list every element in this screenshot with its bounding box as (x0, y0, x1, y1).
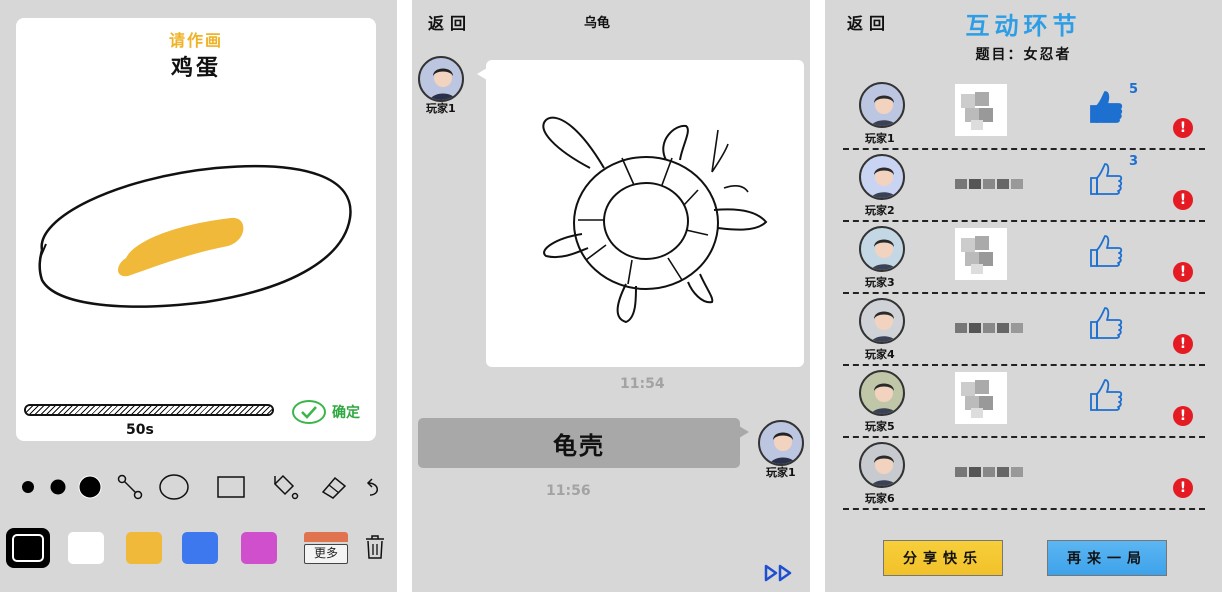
blurred-drawing-thumbnail[interactable] (955, 372, 1007, 424)
avatar[interactable] (859, 370, 905, 416)
thumbs-up-icon[interactable] (1087, 232, 1125, 270)
avatar[interactable] (859, 298, 905, 344)
ellipse-tool-icon[interactable] (158, 470, 190, 504)
report-icon[interactable]: ! (1173, 118, 1193, 138)
timer-fill (26, 406, 272, 414)
thumbs-up-icon[interactable] (1087, 304, 1125, 342)
color-swatch-purple[interactable] (241, 532, 277, 564)
avatar[interactable] (418, 56, 464, 102)
like-count: 5 (1129, 82, 1139, 97)
timer-remaining: 50s (126, 422, 154, 438)
text-message[interactable]: 龟壳 (418, 418, 749, 468)
like-count: 3 (1129, 154, 1139, 169)
turtle-drawing (542, 116, 768, 324)
color-swatch-white[interactable] (68, 532, 104, 564)
color-swatch-blue[interactable] (182, 532, 218, 564)
thumbs-up-icon[interactable] (1087, 160, 1125, 198)
avatar[interactable] (859, 82, 905, 128)
avatar[interactable] (859, 442, 905, 488)
player-name: 玩家6 (865, 492, 895, 505)
undo-icon[interactable] (358, 470, 390, 504)
timer-bar (24, 404, 274, 416)
page-title: 互动环节 (965, 12, 1082, 40)
chat-title: 乌龟 (584, 16, 611, 31)
confirm-button[interactable]: 确定 (292, 400, 360, 424)
player-row: 玩家2 3! (843, 150, 1205, 222)
player-name: 玩家1 (865, 132, 895, 145)
report-icon[interactable]: ! (1173, 478, 1193, 498)
check-icon (292, 400, 326, 424)
player-name: 玩家5 (865, 420, 895, 433)
back-button[interactable]: 返回 (428, 10, 472, 34)
report-icon[interactable]: ! (1173, 406, 1193, 426)
thumbs-up-icon[interactable] (1087, 376, 1125, 414)
results-screen: 返回 互动环节 题目：女忍者 玩家1 5! 玩家2 3! 玩家3! 玩家4! 玩家5! 玩家6… (825, 0, 1222, 592)
thumbs-up-icon[interactable] (1087, 88, 1125, 126)
player-row: 玩家5! (843, 366, 1205, 438)
player-name: 玩家2 (865, 204, 895, 217)
player-row: 玩家1 5! (843, 78, 1205, 150)
drawing-canvas[interactable]: 请作画 鸡蛋 50s 确定 (16, 18, 376, 441)
avatar[interactable] (859, 226, 905, 272)
chat-screen: 返回 乌龟 玩家1 11:54 龟壳 玩家1 11:56 (412, 0, 810, 592)
color-palette: 更多 (4, 528, 394, 572)
blurred-drawing-thumbnail[interactable] (955, 84, 1007, 136)
brush-medium-icon[interactable] (42, 470, 74, 504)
player-name: 玩家1 (766, 466, 796, 479)
trash-icon[interactable] (364, 534, 386, 564)
brush-large-icon[interactable] (74, 470, 106, 504)
report-icon[interactable]: ! (1173, 262, 1193, 282)
message-time: 11:54 (620, 376, 665, 392)
message-time: 11:56 (546, 483, 591, 499)
play-again-button[interactable]: 再来一局 (1047, 540, 1167, 576)
avatar[interactable] (758, 420, 804, 466)
more-colors-button[interactable]: 更多 (304, 532, 348, 566)
blurred-answer-text[interactable] (955, 176, 1027, 190)
player-name: 玩家3 (865, 276, 895, 289)
share-button[interactable]: 分享快乐 (883, 540, 1003, 576)
tool-bar (12, 470, 387, 504)
fill-bucket-icon[interactable] (268, 470, 300, 504)
blurred-drawing-thumbnail[interactable] (955, 228, 1007, 280)
rectangle-tool-icon[interactable] (215, 470, 247, 504)
player-row: 玩家3! (843, 222, 1205, 294)
player-row: 玩家6! (843, 438, 1205, 510)
drawing-screen: 请作画 鸡蛋 50s 确定 更多 (0, 0, 397, 592)
drawing-message[interactable] (477, 60, 804, 367)
brush-small-icon[interactable] (12, 470, 44, 504)
eraser-icon[interactable] (318, 470, 350, 504)
report-icon[interactable]: ! (1173, 334, 1193, 354)
color-swatch-black[interactable] (6, 528, 50, 568)
fast-forward-icon[interactable] (764, 564, 796, 586)
more-colors-swatch (304, 532, 348, 542)
player-name: 玩家1 (426, 102, 456, 115)
blurred-answer-text[interactable] (955, 320, 1027, 334)
avatar[interactable] (859, 154, 905, 200)
blurred-answer-text[interactable] (955, 464, 1027, 478)
more-colors-label: 更多 (304, 544, 348, 564)
confirm-label: 确定 (332, 405, 360, 421)
topic-label: 题目：女忍者 (975, 47, 1072, 63)
egg-drawing (38, 164, 352, 308)
player-row: 玩家4! (843, 294, 1205, 366)
line-tool-icon[interactable] (114, 470, 146, 504)
report-icon[interactable]: ! (1173, 190, 1193, 210)
player-name: 玩家4 (865, 348, 895, 361)
color-swatch-yellow[interactable] (126, 532, 162, 564)
